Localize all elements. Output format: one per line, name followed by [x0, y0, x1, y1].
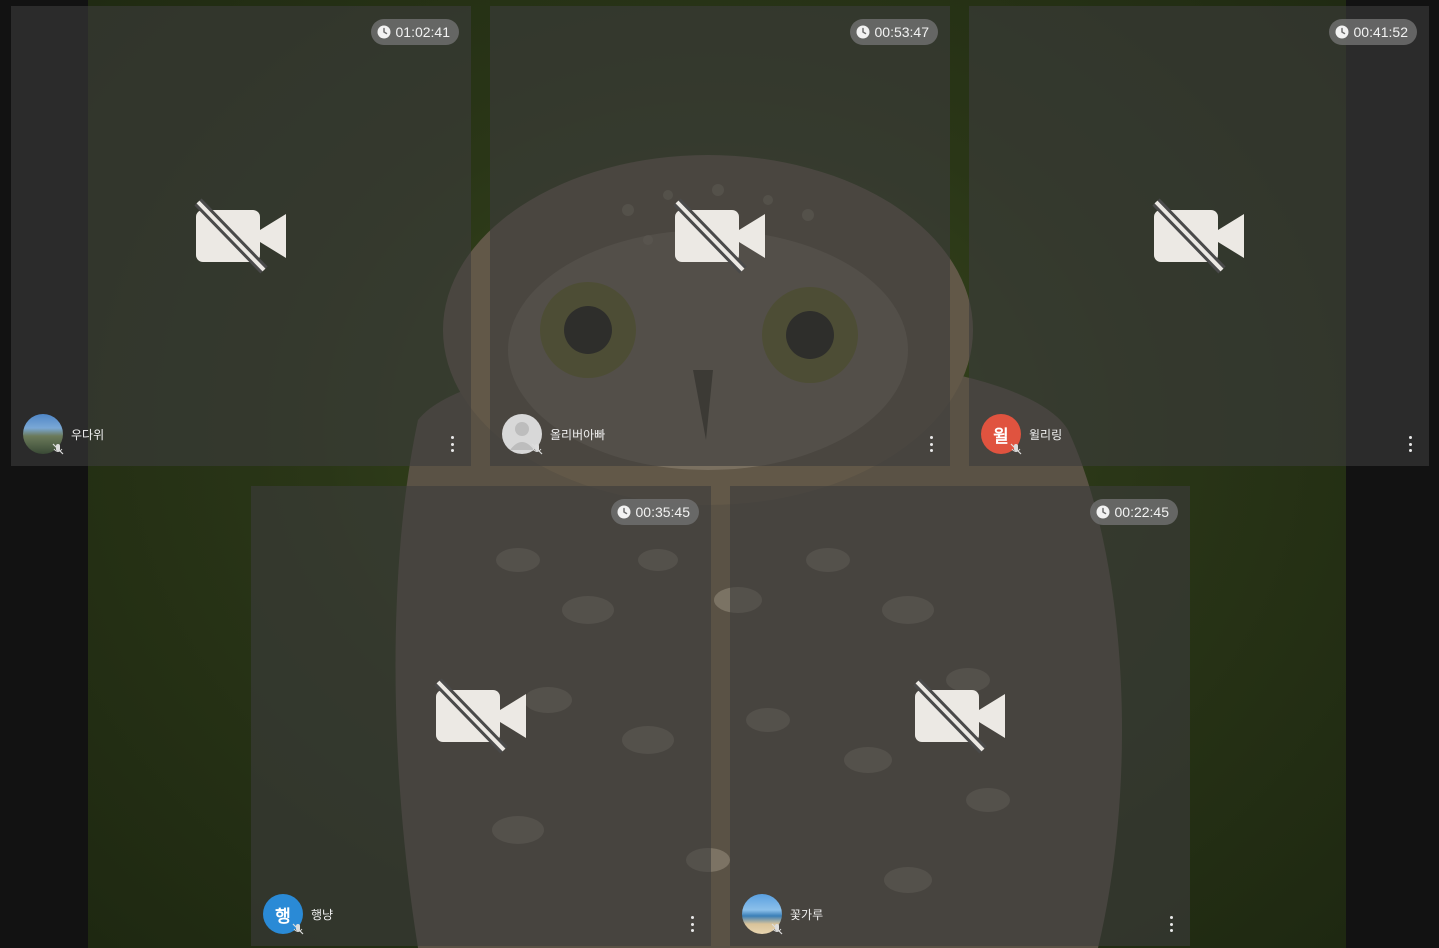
clock-icon: [617, 505, 630, 519]
more-vert-icon[interactable]: [928, 436, 934, 452]
avatar-letter: 윌: [993, 426, 1009, 447]
participant-name: 꽃가루: [790, 907, 824, 922]
mic-off-icon: [1010, 443, 1022, 455]
call-timer: 01:02:41: [370, 19, 459, 45]
video-call-grid: 01:02:41 우다위 00:53:47 올리버아빠 00:41:52 윌 윌…: [0, 0, 1439, 948]
participant-tile[interactable]: 00:53:47 올리버아빠: [490, 6, 950, 466]
mic-off-icon: [531, 443, 543, 455]
avatar: [742, 894, 783, 935]
more-vert-icon[interactable]: [689, 916, 695, 932]
video-off-icon: [194, 198, 286, 274]
call-timer: 00:22:45: [1089, 499, 1178, 525]
participant-tile[interactable]: 00:41:52 윌 윌리링: [969, 6, 1429, 466]
more-vert-icon[interactable]: [1168, 916, 1174, 932]
clock-icon: [1335, 25, 1348, 39]
call-timer: 00:53:47: [849, 19, 938, 45]
timer-text: 00:22:45: [1114, 504, 1170, 520]
call-timer: 00:41:52: [1328, 19, 1417, 45]
avatar-letter: 행: [275, 906, 291, 927]
video-off-icon: [1152, 198, 1244, 274]
avatar: [23, 414, 64, 455]
mic-off-icon: [52, 443, 64, 455]
participant-info: 행 행냥: [263, 894, 334, 935]
more-vert-icon[interactable]: [1407, 436, 1413, 452]
participant-info: 우다위: [23, 414, 105, 455]
participant-tile[interactable]: 00:22:45 꽃가루: [730, 486, 1190, 946]
video-off-icon: [913, 678, 1005, 754]
participant-name: 행냥: [311, 907, 334, 922]
participant-info: 윌 윌리링: [981, 414, 1063, 455]
clock-icon: [1096, 505, 1109, 519]
timer-text: 00:35:45: [635, 504, 691, 520]
avatar: 윌: [981, 414, 1022, 455]
timer-text: 01:02:41: [395, 24, 451, 40]
participant-name: 우다위: [71, 427, 105, 442]
mic-off-icon: [771, 923, 783, 935]
avatar: [502, 414, 543, 455]
video-off-icon: [673, 198, 765, 274]
avatar: 행: [263, 894, 304, 935]
call-timer: 00:35:45: [610, 499, 699, 525]
participant-info: 올리버아빠: [502, 414, 606, 455]
participant-tile[interactable]: 01:02:41 우다위: [11, 6, 471, 466]
clock-icon: [377, 25, 390, 39]
timer-text: 00:53:47: [874, 24, 930, 40]
clock-icon: [856, 25, 869, 39]
timer-text: 00:41:52: [1353, 24, 1409, 40]
mic-off-icon: [292, 923, 304, 935]
more-vert-icon[interactable]: [449, 436, 455, 452]
participant-tile[interactable]: 00:35:45 행 행냥: [251, 486, 711, 946]
participant-name: 윌리링: [1029, 427, 1063, 442]
video-off-icon: [434, 678, 526, 754]
participant-name: 올리버아빠: [550, 427, 606, 442]
participant-info: 꽃가루: [742, 894, 824, 935]
